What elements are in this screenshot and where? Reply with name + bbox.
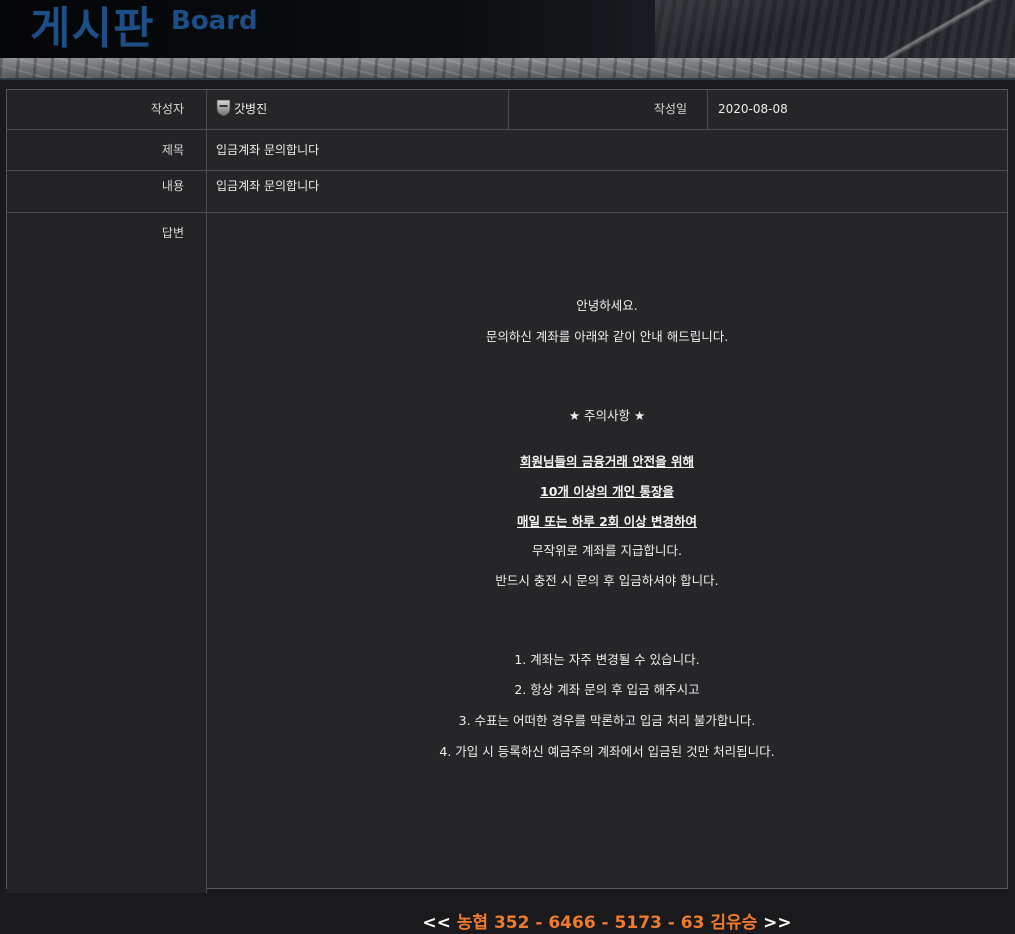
reply-body: 안녕하세요. 문의하신 계좌를 아래와 같이 안내 해드립니다. ★ 주의사항 … xyxy=(207,213,1007,933)
notice-bold-line-2: 10개 이상의 개인 통장을 xyxy=(207,483,1007,501)
post-view-table: 작성자 갓병진 작성일 2020-08-08 제목 입금계좌 문의합니다 내용 … xyxy=(6,89,1008,933)
notice-bold-text: 회원님들의 금융거래 안전을 위해 xyxy=(519,454,695,469)
level-shield-icon xyxy=(216,99,231,117)
author-name: 갓병진 xyxy=(234,102,268,116)
notice-bold-line-1: 회원님들의 금융거래 안전을 위해 xyxy=(207,453,1007,471)
date-label: 작성일 xyxy=(508,90,708,129)
notice-bold-text: 매일 또는 하루 2회 이상 변경하여 xyxy=(517,514,697,529)
notice-bold-text: 10개 이상의 개인 통장을 xyxy=(540,484,674,499)
notice-bold-line-3: 매일 또는 하루 2회 이상 변경하여 xyxy=(207,513,1007,531)
notice-line-2: 반드시 충전 시 문의 후 입금하셔야 합니다. xyxy=(495,573,719,588)
date-value: 2020-08-08 xyxy=(718,102,788,116)
rule-line-2: 2. 항상 계좌 문의 후 입금 해주시고 xyxy=(514,682,700,697)
subject-value: 입금계좌 문의합니다 xyxy=(216,143,320,157)
author-value[interactable]: 갓병진 xyxy=(207,90,267,129)
author-label: 작성자 xyxy=(7,90,207,129)
stadium-backdrop xyxy=(655,0,1015,60)
rule-line-4: 4. 가입 시 등록하신 예금주의 계좌에서 입금된 것만 처리됩니다. xyxy=(439,744,775,759)
account-number: 농협 352 - 6466 - 5173 - 63 김유승 xyxy=(456,913,758,933)
reply-intro: 문의하신 계좌를 아래와 같이 안내 해드립니다. xyxy=(485,329,729,344)
content-label: 내용 xyxy=(7,171,207,212)
content-row: 내용 입금계좌 문의합니다 xyxy=(7,171,1007,213)
notice-title: ★ 주의사항 ★ xyxy=(568,408,646,423)
subject-label: 제목 xyxy=(7,130,207,170)
account-close-bracket: >> xyxy=(763,913,792,933)
stone-divider xyxy=(0,58,1015,80)
banner-subtitle: Board xyxy=(171,6,258,36)
notice-line-1: 무작위로 계좌를 지급합니다. xyxy=(532,543,682,558)
subject-row: 제목 입금계좌 문의합니다 xyxy=(7,130,1007,171)
board-banner: 게시판 Board xyxy=(0,0,1015,60)
banner-title: 게시판 xyxy=(30,3,155,54)
account-info: << 농협 352 - 6466 - 5173 - 63 김유승 >> xyxy=(207,912,1007,934)
reply-row: 답변 안녕하세요. 문의하신 계좌를 아래와 같이 안내 해드립니다. ★ 주의… xyxy=(7,213,1007,933)
account-open-bracket: << xyxy=(422,913,451,933)
content-value: 입금계좌 문의합니다 xyxy=(216,179,320,193)
reply-label: 답변 xyxy=(7,213,207,893)
reply-greeting: 안녕하세요. xyxy=(576,298,638,313)
rule-line-3: 3. 수표는 어떠한 경우를 막론하고 입금 처리 불가합니다. xyxy=(458,713,756,728)
post-meta-row: 작성자 갓병진 작성일 2020-08-08 xyxy=(7,90,1007,130)
rule-line-1: 1. 계좌는 자주 변경될 수 있습니다. xyxy=(514,652,700,667)
